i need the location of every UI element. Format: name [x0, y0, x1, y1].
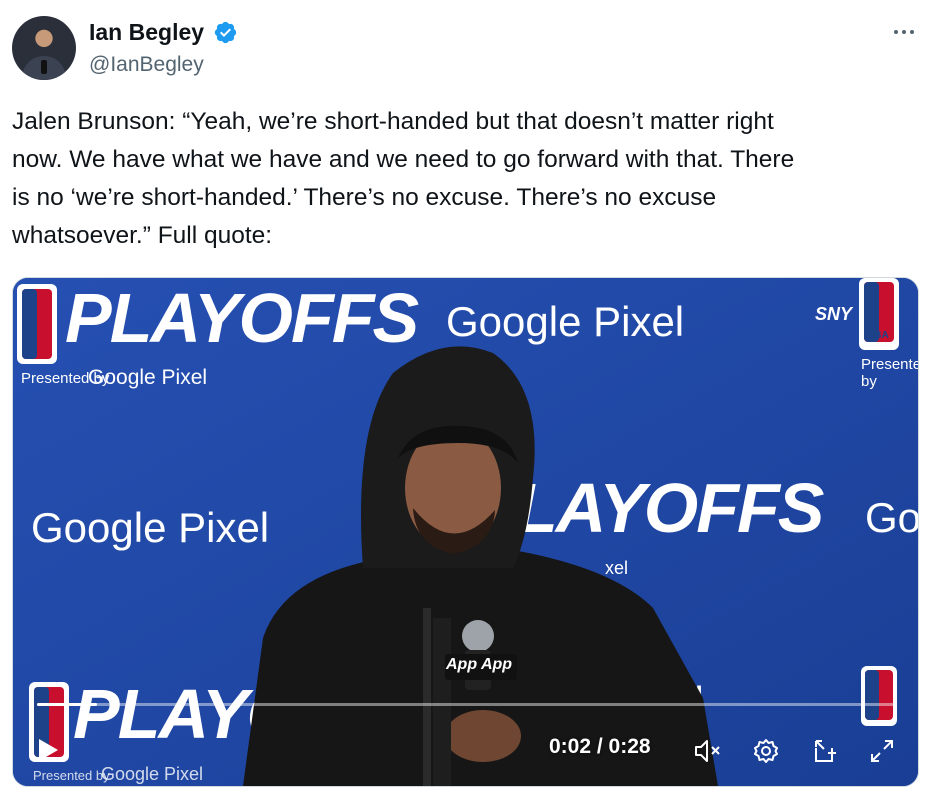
- author-display-name[interactable]: Ian Begley: [89, 17, 204, 47]
- expand-icon: [871, 740, 893, 762]
- video-player[interactable]: PLAYOFFS Presented by Google Pixel Googl…: [12, 277, 919, 787]
- play-button[interactable]: [33, 735, 63, 765]
- gear-icon: [754, 739, 778, 763]
- avatar-microphone: [41, 60, 47, 74]
- picture-in-picture-icon: [815, 740, 836, 762]
- more-options-button[interactable]: [890, 20, 918, 44]
- settings-button[interactable]: [749, 734, 783, 768]
- mic-flag-label: App App: [446, 656, 513, 673]
- play-icon: [39, 739, 58, 761]
- muted-speaker-icon: [695, 740, 720, 762]
- video-frame: PLAYOFFS Presented by Google Pixel Googl…: [13, 278, 918, 786]
- more-horizontal-icon: [894, 30, 914, 34]
- video-progress-fill: [37, 703, 97, 706]
- fullscreen-button[interactable]: [865, 734, 899, 768]
- author-handle[interactable]: @IanBegley: [89, 51, 204, 79]
- picture-in-picture-button[interactable]: [809, 734, 843, 768]
- tweet-text: Jalen Brunson: “Yeah, we’re short-handed…: [12, 108, 795, 249]
- player-silhouette: [243, 346, 718, 786]
- video-progress-bar[interactable]: [37, 703, 894, 706]
- mute-button[interactable]: [691, 734, 725, 768]
- avatar[interactable]: [12, 16, 76, 80]
- verified-badge-icon[interactable]: [213, 20, 238, 45]
